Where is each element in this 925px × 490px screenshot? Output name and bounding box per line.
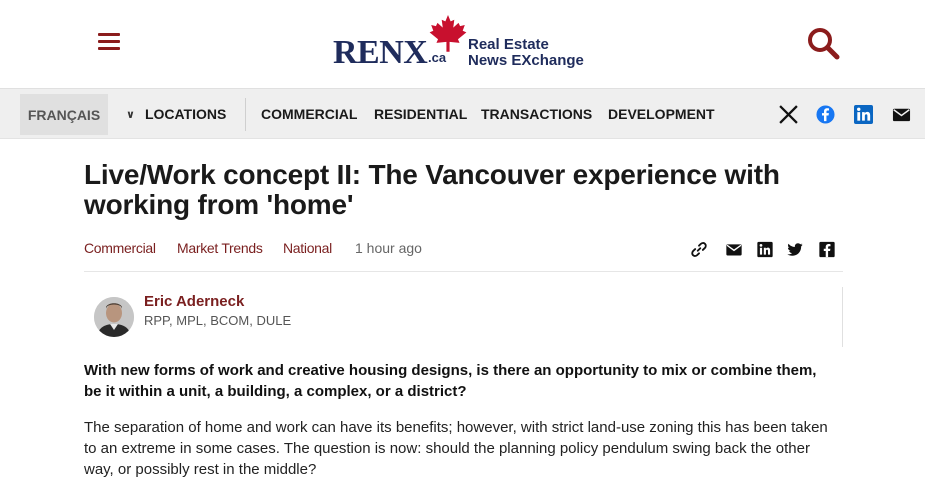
logo-domain-suffix: .ca <box>428 50 447 65</box>
article-lede: With new forms of work and creative hous… <box>84 362 817 400</box>
author-avatar[interactable] <box>94 297 134 337</box>
hamburger-menu-icon[interactable] <box>98 31 122 53</box>
share-twitter-icon[interactable] <box>786 241 804 258</box>
renx-logo[interactable]: RENX .ca Real Estate News EXchange <box>333 14 595 76</box>
share-facebook-icon[interactable] <box>818 241 836 258</box>
chevron-down-icon: ∨ <box>126 108 135 121</box>
linkedin-icon[interactable] <box>854 105 873 124</box>
logo-tagline-line-1: Real Estate <box>468 36 549 53</box>
facebook-icon[interactable] <box>816 105 835 124</box>
logo-wordmark: RENX <box>333 34 428 71</box>
nav-link-transactions[interactable]: TRANSACTIONS <box>481 89 592 139</box>
search-icon[interactable] <box>806 26 840 60</box>
main-navigation: FRANÇAIS ∨ LOCATIONS COMMERCIAL RESIDENT… <box>0 88 925 139</box>
author-credentials: RPP, MPL, BCOM, DULE <box>144 313 292 328</box>
locations-dropdown[interactable]: ∨ LOCATIONS <box>126 89 226 139</box>
published-time: 1 hour ago <box>355 240 422 256</box>
logo-tagline-line-2: News EXchange <box>468 52 584 69</box>
category-link-national[interactable]: National <box>283 240 332 256</box>
article-title: Live/Work concept II: The Vancouver expe… <box>84 159 780 220</box>
nav-link-residential[interactable]: RESIDENTIAL <box>374 89 467 139</box>
share-email-icon[interactable] <box>725 241 743 258</box>
x-icon[interactable] <box>779 105 798 124</box>
link-icon[interactable] <box>690 241 708 258</box>
share-linkedin-icon[interactable] <box>756 241 774 258</box>
avatar-portrait-icon <box>94 297 134 337</box>
nav-link-commercial[interactable]: COMMERCIAL <box>261 89 357 139</box>
locations-label: LOCATIONS <box>144 106 227 122</box>
author-card: Eric Aderneck RPP, MPL, BCOM, DULE <box>84 287 843 347</box>
nav-link-development[interactable]: DEVELOPMENT <box>608 89 715 139</box>
author-name-link[interactable]: Eric Aderneck <box>144 293 244 310</box>
email-icon[interactable] <box>892 105 911 124</box>
nav-divider <box>245 98 246 131</box>
site-header: RENX .ca Real Estate News EXchange <box>0 0 925 88</box>
category-link-commercial[interactable]: Commercial <box>84 240 156 256</box>
article-paragraph: The separation of home and work can have… <box>84 419 828 478</box>
language-toggle-button[interactable]: FRANÇAIS <box>20 94 108 135</box>
category-link-market-trends[interactable]: Market Trends <box>177 240 263 256</box>
meta-divider <box>84 271 843 272</box>
